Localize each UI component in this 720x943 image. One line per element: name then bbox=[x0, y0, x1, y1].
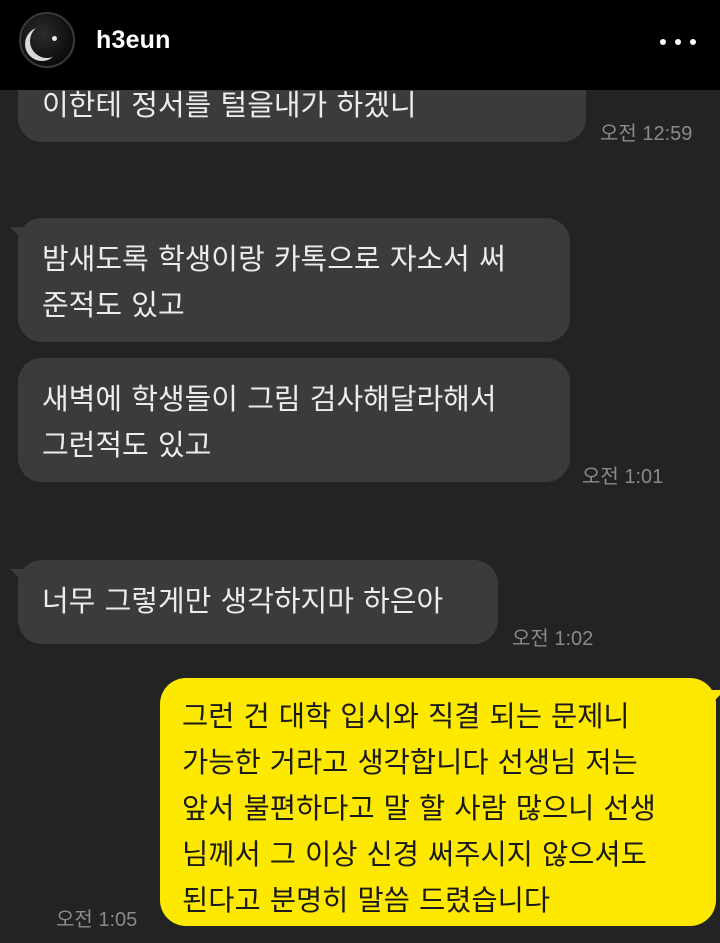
message-text: 가능한 거라고 생각합니다 선생님 저는 bbox=[182, 746, 638, 779]
message-text: 그런적도 있고 bbox=[42, 428, 212, 462]
received-message: 너무 그렇게만 생각하지마 하은아 bbox=[18, 560, 498, 644]
message-timestamp: 오전 12:59 bbox=[600, 123, 693, 145]
sent-message: 그런 건 대학 입시와 직결 되는 문제니 가능한 거라고 생각합니다 선생님 … bbox=[160, 678, 716, 926]
message-text: 준적도 있고 bbox=[42, 288, 185, 322]
message-text: 그런 건 대학 입시와 직결 되는 문제니 bbox=[182, 700, 630, 733]
avatar[interactable] bbox=[19, 12, 75, 68]
message-text: 님께서 그 이상 신경 써주시지 않으셔도 bbox=[182, 838, 647, 871]
message-timestamp: 오전 1:01 bbox=[582, 466, 664, 488]
message-timestamp: 오전 1:02 bbox=[512, 628, 594, 650]
message-text: 새벽에 학생들이 그림 검사해달라해서 bbox=[42, 382, 497, 416]
chat-screen: h3eun 이한테 정서를 털을내가 하겠니 오전 12:59 밤새도록 학생이… bbox=[0, 0, 720, 943]
username[interactable]: h3eun bbox=[96, 26, 171, 55]
post-header: h3eun bbox=[0, 0, 720, 90]
moon-icon bbox=[30, 24, 64, 58]
message-timestamp: 오전 1:05 bbox=[56, 909, 138, 931]
message-text: 앞서 불편하다고 말 할 사람 많으니 선생 bbox=[182, 792, 656, 825]
message-text: 너무 그렇게만 생각하지마 하은아 bbox=[42, 584, 444, 618]
more-options-icon[interactable] bbox=[660, 30, 696, 54]
received-message: 밤새도록 학생이랑 카톡으로 자소서 써 준적도 있고 bbox=[18, 218, 570, 342]
message-text: 밤새도록 학생이랑 카톡으로 자소서 써 bbox=[42, 242, 506, 276]
received-message: 새벽에 학생들이 그림 검사해달라해서 그런적도 있고 bbox=[18, 358, 570, 482]
message-text: 된다고 분명히 말씀 드렸습니다 bbox=[182, 884, 551, 917]
